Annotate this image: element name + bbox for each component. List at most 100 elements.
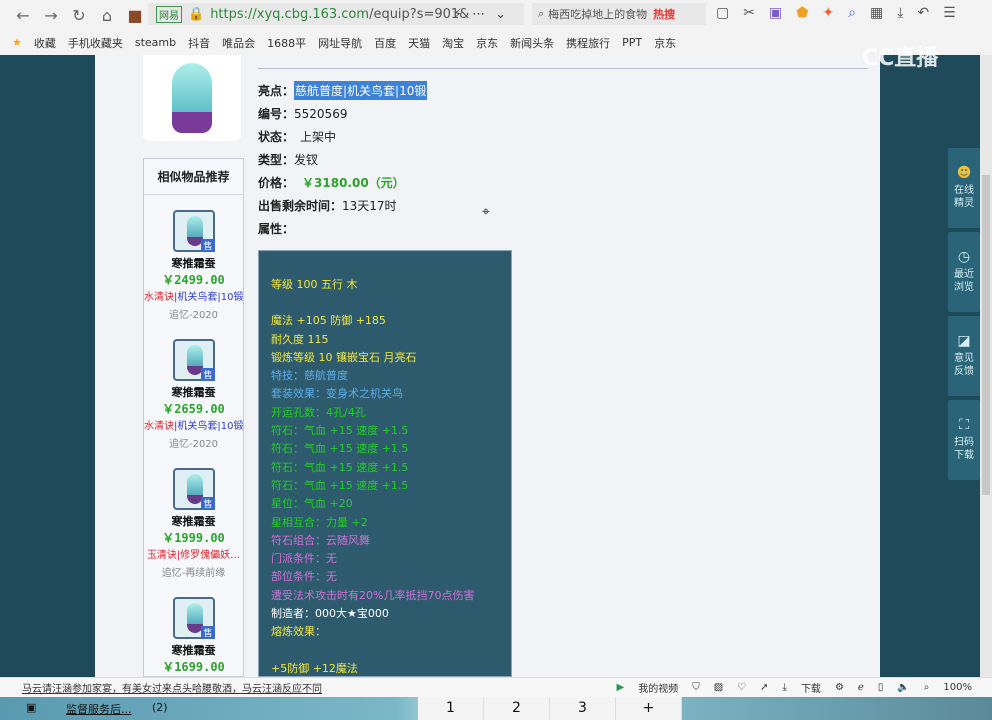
bookmark[interactable]: 网址导航 [318, 35, 362, 51]
price-value: ￥3180.00（元） [302, 176, 405, 190]
attribute-line: 符石：气血 +15 速度 +1.5 [271, 460, 409, 474]
recent-browse-button[interactable]: ◷ 最近浏览 [948, 232, 980, 312]
scan-download-button[interactable]: ⛶ 扫码下载 [948, 400, 980, 480]
address-bar[interactable]: 网易 🔒 https://xyq.cbg.163.com/equip?s=901… [148, 3, 524, 25]
similar-items-panel: 相似物品推荐 售 寒推霜蚕 ￥2499.00 水清诀|机关鸟套|10锻 追忆-2… [143, 158, 244, 677]
item-name[interactable]: 寒推霜蚕 [172, 642, 216, 658]
similar-item[interactable]: 售 寒推霜蚕 ￥2659.00 水清诀|机关鸟套|10锻 追忆-2020 [144, 324, 243, 453]
attribute-line: 开运孔数：4孔/4孔 [271, 405, 366, 419]
settings-icon[interactable]: ⚙ [835, 682, 844, 693]
search-box[interactable]: ⌕ 梅西吃掉地上的食物 热搜 [532, 3, 706, 25]
scrollbar-thumb[interactable] [982, 175, 990, 495]
similar-item[interactable]: 售 寒推霜蚕 ￥2499.00 水清诀|机关鸟套|10锻 追忆-2020 [144, 195, 243, 324]
home-icon[interactable]: ⌂ [98, 6, 116, 25]
bookmark[interactable]: PPT [622, 36, 642, 49]
sidebar-label: 在线精灵 [954, 184, 974, 209]
image-icon[interactable]: ▨ [714, 682, 723, 693]
page-tab[interactable]: 1 [418, 697, 484, 720]
add-page-button[interactable]: + [616, 697, 682, 720]
download-icon[interactable]: ⤓ [897, 5, 903, 21]
bookmark[interactable]: 1688平 [267, 35, 306, 51]
attribute-line: 特技：慈航普度 [271, 369, 348, 383]
bookmark[interactable]: 携程旅行 [566, 35, 610, 51]
apps-icon[interactable]: ▦ [870, 5, 883, 21]
id-label: 编号： [258, 107, 295, 121]
state-label: 状态： [258, 130, 295, 144]
speaker-icon[interactable]: 🔈 [897, 682, 909, 693]
bookmark[interactable]: 手机收藏夹 [68, 35, 123, 51]
type-label: 类型： [258, 153, 295, 167]
item-thumbnail[interactable]: 售 [172, 210, 215, 252]
zoom-level[interactable]: 100% [943, 682, 972, 693]
download-label[interactable]: 下载 [801, 680, 821, 695]
scrollbar[interactable] [980, 55, 992, 677]
app-icon[interactable]: ▣ [26, 701, 36, 714]
ie-icon[interactable]: ℯ [858, 682, 864, 693]
attribute-line: 套装效果：变身术之机关鸟 [271, 387, 403, 401]
game-icon[interactable]: ✦ [822, 5, 834, 21]
shield-icon[interactable]: ⛉ [692, 682, 700, 693]
tag-red: 玉清诀|修罗傀儡妖… [146, 550, 241, 561]
bookmark[interactable]: 天猫 [408, 35, 430, 51]
item-thumbnail[interactable]: 售 [172, 597, 215, 639]
shield-icon[interactable]: ⬟ [796, 5, 808, 21]
edit-icon: ◪ [957, 332, 971, 349]
similar-title: 相似物品推荐 [144, 159, 243, 195]
bookmark[interactable]: 唯品会 [222, 35, 255, 51]
scissors-icon[interactable]: ✂ [743, 5, 755, 21]
bookmark[interactable]: 百度 [374, 35, 396, 51]
forward-icon[interactable]: → [42, 6, 60, 25]
download-icon[interactable]: ⤓ [783, 682, 787, 693]
news-ticker-link[interactable]: 马云请汪涵参加家宴，有美女过来点头哈腰敬酒，马云汪涵反应不同 [22, 680, 322, 695]
taskbar-item[interactable]: 监督服务后... [66, 701, 132, 717]
back-icon[interactable]: ← [14, 6, 32, 25]
extension-icon[interactable]: ▣ [769, 5, 782, 21]
briefcase-icon[interactable]: ■ [126, 6, 144, 25]
address-controls[interactable]: ⚡⋯⌄ [453, 7, 516, 22]
item-thumbnail[interactable]: 售 [172, 339, 215, 381]
screenshot-icon[interactable]: ▢ [716, 5, 729, 21]
feedback-button[interactable]: ◪ 意见反馈 [948, 316, 980, 396]
type-value: 发钗 [294, 153, 319, 167]
highlight-label: 亮点： [258, 84, 295, 98]
bookmark[interactable]: 新闻头条 [510, 35, 554, 51]
taskbar-count: (2) [152, 701, 168, 714]
page-tab[interactable]: 3 [550, 697, 616, 720]
zoom-icon[interactable]: ⌕ [924, 682, 930, 693]
page-tab[interactable]: 2 [484, 697, 550, 720]
item-name[interactable]: 寒推霜蚕 [172, 255, 216, 271]
heart-icon[interactable]: ♡ [737, 682, 746, 693]
rocket-icon[interactable]: ➚ [760, 682, 768, 693]
bookmark[interactable]: 京东 [476, 35, 498, 51]
sidebar-label: 扫码下载 [954, 436, 974, 461]
sidebar-label: 最近浏览 [954, 268, 974, 293]
reload-icon[interactable]: ↻ [70, 6, 88, 25]
undo-icon[interactable]: ↶ [917, 5, 929, 21]
item-name[interactable]: 寒推霜蚕 [172, 513, 216, 529]
item-thumbnail[interactable]: 售 [172, 468, 215, 510]
taskbar: ▣ 监督服务后... (2) 1 2 3 + [0, 697, 992, 720]
item-name[interactable]: 寒推霜蚕 [172, 384, 216, 400]
item-server: 追忆-2020 [168, 310, 219, 321]
attribute-line: 等级 100 五行 木 [271, 278, 358, 291]
bookmark[interactable]: 抖音 [188, 35, 210, 51]
bookmark[interactable]: 收藏 [34, 35, 56, 51]
menu-icon[interactable]: ☰ [943, 5, 956, 21]
item-server: 追忆-2020 [168, 439, 219, 450]
top-info-strip [258, 55, 868, 69]
bookmark[interactable]: steamb [135, 36, 176, 49]
attr-label: 属性： [258, 222, 295, 236]
time-label: 出售剩余时间： [258, 199, 343, 213]
find-icon[interactable]: ⌕ [848, 5, 856, 21]
online-assistant-button[interactable]: ☻ 在线精灵 [948, 148, 980, 228]
video-icon[interactable]: ▶ [617, 682, 625, 693]
window-icon[interactable]: ▯ [878, 682, 884, 693]
bookmark[interactable]: 淘宝 [442, 35, 464, 51]
highlight-value: 慈航普度|机关鸟套|10锻 [294, 81, 428, 100]
item-price: ￥2499.00 [162, 273, 225, 287]
bookmark[interactable]: 京东 [654, 35, 676, 51]
price-label: 价格： [258, 176, 295, 190]
my-video-label[interactable]: 我的视频 [638, 680, 678, 695]
hot-search-badge: 热搜 [653, 8, 676, 21]
similar-item[interactable]: 售 寒推霜蚕 ￥1999.00 玉清诀|修罗傀儡妖… 追忆-再续前缘 [144, 453, 243, 582]
